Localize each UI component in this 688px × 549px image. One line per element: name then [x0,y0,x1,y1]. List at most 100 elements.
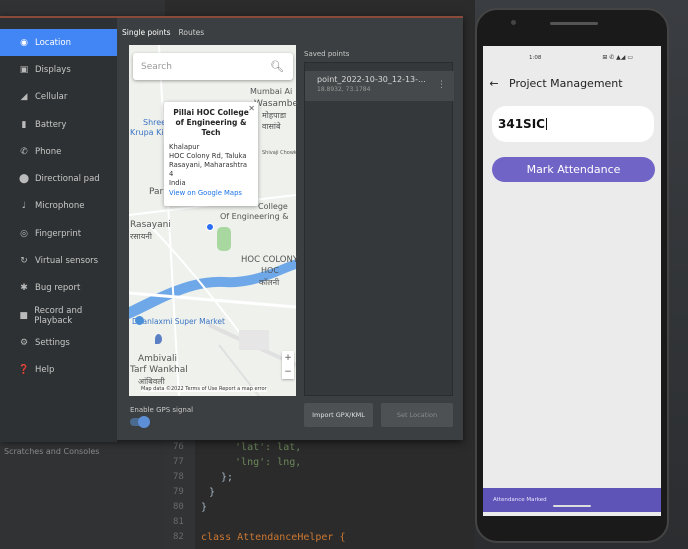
phone-bezel [477,10,667,46]
more-options-icon[interactable]: ⋮ [437,80,446,90]
tab-routes[interactable]: Routes [178,28,204,37]
nav-item-microphone[interactable]: ♩ Microphone [0,193,117,220]
code-line: } [201,502,208,513]
nav-item-battery[interactable]: ▮ Battery [0,111,117,138]
fingerprint-icon: ◎ [20,228,28,239]
nav-label: Location [35,37,71,48]
map-label: Wasambe [254,99,299,109]
mark-attendance-button[interactable]: Mark Attendance [492,157,655,182]
location-tabs: Single points Routes [122,28,204,37]
line-number: 76 [173,442,184,452]
phone-screen: 1:08 ⊞ ✆ ▲◢ ▭ ← Project Management 341SI… [483,46,661,516]
search-placeholder: Search [141,61,172,72]
set-location-button[interactable]: Set Location [381,403,453,427]
store-marker-icon[interactable] [135,316,144,325]
gear-icon: ⚙ [19,337,29,348]
nav-item-bug-report[interactable]: ✱ Bug report [0,275,117,302]
line-number: 77 [173,457,184,467]
nav-item-cellular[interactable]: ◢ Cellular [0,84,117,111]
nav-label: Phone [35,146,62,157]
nav-item-help[interactable]: ❓ Help [0,357,117,384]
phone-icon: ✆ [20,146,28,157]
zoom-control[interactable]: + − [282,351,294,379]
saved-point-row[interactable]: point_2022-10-30_12-13-... 18.8932, 73.1… [305,71,454,101]
microphone-icon: ♩ [21,201,27,212]
gps-toggle[interactable] [130,416,150,428]
line-number: 78 [173,472,184,482]
location-pin-icon[interactable] [206,223,214,231]
nav-label: Directional pad [35,174,100,185]
place-marker-icon[interactable] [155,334,162,344]
import-gpx-kml-button[interactable]: Import GPX/KML [304,403,373,427]
code-line: }; [209,472,234,483]
map-label: HOC COLONY [241,255,299,265]
signal-icon: ◢ [20,92,28,103]
map-label: Tarf Wankhal [130,365,188,375]
desktop: External Libraries Scratches and Console… [0,0,688,549]
saved-point-name: point_2022-10-30_12-13-... [317,75,426,84]
info-address: Khalapur HOC Colony Rd, Taluka Rasayani,… [169,143,248,187]
nav-label: Fingerprint [35,228,82,239]
app-bar: ← Project Management [483,70,661,96]
map-label: वासांबे [262,122,281,131]
nav-label: Help [35,365,55,376]
zoom-in-icon[interactable]: + [282,351,294,365]
map-label: Shree [143,118,167,127]
code-input[interactable]: 341SIC [492,106,654,142]
map-attribution[interactable]: Map data ©2022 Terms of Use Report a map… [141,386,267,392]
map-label: रसायनी [130,232,152,241]
map-label: HOC [261,266,279,275]
close-icon[interactable]: ✕ [248,104,255,113]
map-label: College [258,202,288,211]
view-on-google-maps-link[interactable]: View on Google Maps [169,189,253,197]
dpad-icon: ⬤ [18,174,30,185]
record-icon: ■ [19,310,28,321]
status-time: 1:08 [529,55,542,61]
speaker-grille [550,22,598,25]
nav-item-settings[interactable]: ⚙ Settings [0,329,117,356]
nav-item-directional-pad[interactable]: ⬤ Directional pad [0,165,117,192]
nav-item-phone[interactable]: ✆ Phone [0,138,117,165]
code-line: 'lng': lng, [223,457,302,468]
nav-item-location[interactable]: ◉ Location [0,29,117,57]
nav-item-displays[interactable]: ▣ Displays [0,56,117,83]
nav-label: Battery [35,119,67,130]
code-line: class AttendanceHelper { [201,532,346,543]
app-title: Project Management [509,76,623,90]
map-label: Dhanlaxmi Super Market [132,317,225,326]
search-icon[interactable]: 🔍︎ [270,60,284,73]
line-number: 79 [173,487,184,497]
text-caret [545,118,547,130]
saved-point-coords: 18.8932, 73.1784 [317,86,371,93]
map-label: Mumbai Ai [250,87,293,96]
tab-single-points[interactable]: Single points [122,28,170,37]
home-indicator[interactable] [553,505,591,507]
map-search-input[interactable]: Search 🔍︎ [133,53,293,80]
map-label: Ambivali [138,354,177,364]
map-label: Shivaji Chowk [262,150,297,156]
line-gutter: 76 77 78 79 80 81 82 [165,440,195,549]
display-icon: ▣ [19,64,29,75]
nav-item-fingerprint[interactable]: ◎ Fingerprint [0,220,117,247]
code-line: } [209,487,216,498]
code-editor[interactable]: 'lat': lat, 'lng': lng, }; } } class Att… [195,440,465,549]
nav-label: Displays [35,64,71,75]
nav-item-virtual-sensors[interactable]: ↻ Virtual sensors [0,247,117,274]
battery-icon: ▮ [21,119,27,130]
phone-device: 1:08 ⊞ ✆ ▲◢ ▭ ← Project Management 341SI… [475,8,669,543]
nav-label: Settings [35,337,70,348]
nav-item-record-playback[interactable]: ■ Record and Playback [0,302,117,329]
zoom-out-icon[interactable]: − [282,365,294,379]
code-line: 'lat': lat, [223,442,302,453]
sensor-icon: ↻ [20,256,28,267]
map-label: मोहपाडा [262,111,287,120]
camera-icon [511,20,516,25]
map-label: Rasayani [130,220,171,230]
status-icons: ⊞ ✆ ▲◢ ▭ [602,54,633,61]
tree-item-scratches[interactable]: Scratches and Consoles [4,445,99,458]
pin-icon: ◉ [20,37,28,48]
saved-points-list: point_2022-10-30_12-13-... 18.8932, 73.1… [304,62,454,396]
back-arrow-icon[interactable]: ← [483,77,505,90]
extended-controls-sidebar: ◉ Location ▣ Displays ◢ Cellular ▮ Battery ✆… [0,18,117,442]
info-title: Pillai HOC College of Engineering & Tech [173,108,249,137]
